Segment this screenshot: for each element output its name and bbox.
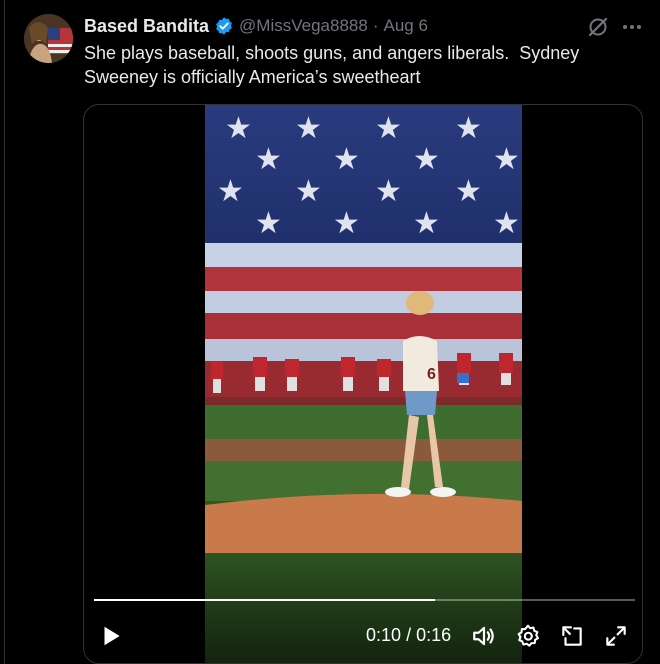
svg-text:★: ★	[493, 207, 520, 240]
progress-bar[interactable]	[94, 599, 635, 601]
svg-text:★: ★	[255, 143, 282, 176]
timeline-border	[4, 0, 5, 664]
display-name[interactable]: Based Bandita	[84, 16, 209, 37]
svg-text:★: ★	[295, 175, 322, 208]
play-icon[interactable]	[98, 623, 124, 649]
svg-text:★: ★	[333, 207, 360, 240]
svg-text:★: ★	[295, 112, 322, 145]
picture-in-picture-icon[interactable]	[559, 623, 585, 649]
video-player[interactable]: ★ ★ ★ ★ ★ ★ ★ ★ ★ ★ ★ ★ ★ ★ ★ ★ 6 0:10 /…	[83, 104, 643, 664]
jersey-number: 6	[427, 366, 436, 383]
handle[interactable]: @MissVega8888	[239, 16, 368, 36]
grok-icon[interactable]	[586, 15, 610, 39]
progress-fill	[94, 599, 435, 601]
svg-text:★: ★	[225, 112, 252, 145]
avatar[interactable]	[24, 14, 73, 63]
svg-text:★: ★	[375, 175, 402, 208]
fullscreen-icon[interactable]	[603, 623, 629, 649]
more-icon[interactable]	[620, 15, 644, 39]
svg-text:★: ★	[455, 112, 482, 145]
svg-text:★: ★	[413, 143, 440, 176]
volume-icon[interactable]	[471, 623, 497, 649]
svg-text:★: ★	[333, 143, 360, 176]
post-header: Based Bandita @MissVega8888 · Aug 6	[84, 15, 428, 37]
svg-text:★: ★	[255, 207, 282, 240]
post-date[interactable]: Aug 6	[384, 16, 428, 36]
time-display: 0:10 / 0:16	[366, 625, 451, 646]
separator: ·	[372, 16, 379, 35]
svg-text:★: ★	[413, 207, 440, 240]
duration: 0:16	[416, 625, 452, 645]
svg-text:★: ★	[455, 175, 482, 208]
gear-icon[interactable]	[515, 623, 541, 649]
svg-text:★: ★	[375, 112, 402, 145]
post-text: She plays baseball, shoots guns, and ang…	[84, 43, 585, 87]
svg-text:★: ★	[217, 175, 244, 208]
current-time: 0:10	[366, 625, 402, 645]
verified-badge-icon	[214, 16, 234, 36]
svg-text:★: ★	[493, 143, 520, 176]
time-separator: /	[406, 625, 417, 645]
